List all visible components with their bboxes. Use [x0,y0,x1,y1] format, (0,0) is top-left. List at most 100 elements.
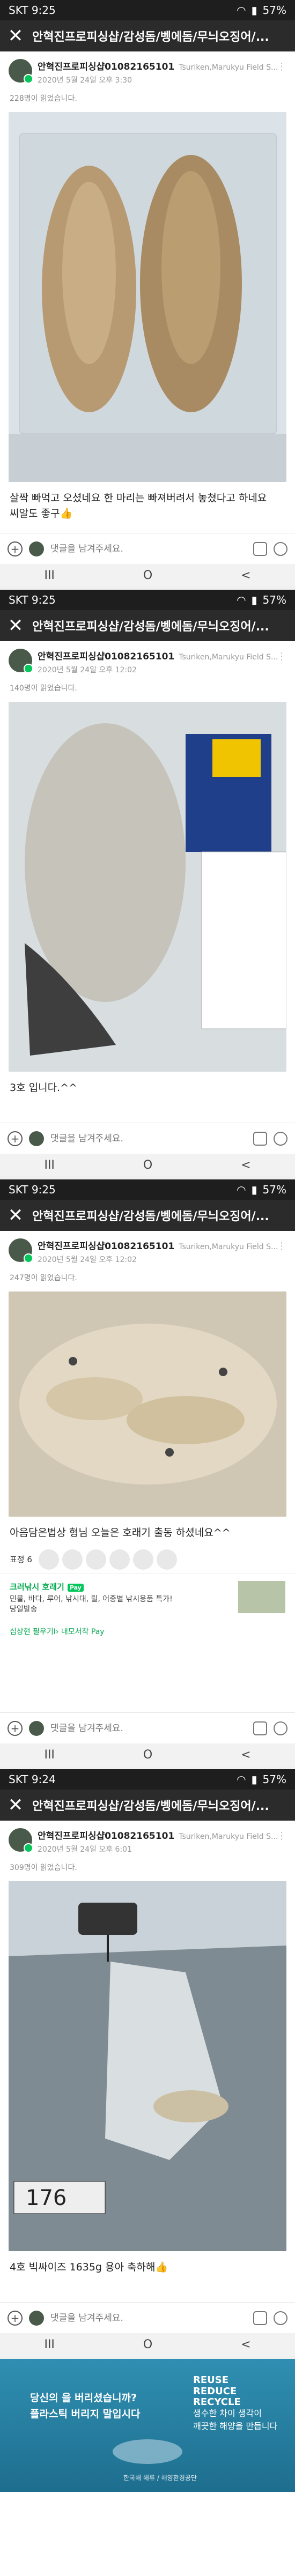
close-icon[interactable]: ✕ [8,617,24,635]
related-link[interactable]: 심상현 필우기I› 내모서착 Pay [0,1623,295,1640]
avatar[interactable] [9,1238,33,1263]
more-icon[interactable]: ⋮ [277,61,286,72]
recent-apps-button[interactable]: III [44,2338,54,2351]
status-bar: SKT 9:24 ◠ ▮ 57% [0,1769,295,1790]
signal-icon: ▮ [251,4,257,17]
back-button[interactable]: < [241,1159,250,1172]
wifi-icon: ◠ [237,593,246,606]
pay-badge: Pay [67,1583,84,1592]
screen-3: SKT 9:25 ◠ ▮ 57% ✕ 안혁진프로피싱샵/감성돔/벵에돔/무늬오징… [0,1179,295,1769]
add-icon[interactable]: + [8,1720,23,1736]
view-count: 247명이 읽었습니다. [10,1274,77,1282]
ad-banner[interactable]: REUSE REDUCE RECYCLE 당신의 을 버리셨습니까? 플라스틱 … [0,2359,295,2492]
back-button[interactable]: < [241,1748,250,1762]
reactor-avatar[interactable] [156,1549,177,1570]
location[interactable]: Tsuriken,Marukyu Field S... [179,1832,278,1841]
reactor-avatar[interactable] [38,1549,59,1570]
avatar[interactable] [9,649,33,673]
close-icon[interactable]: ✕ [8,27,24,45]
post-caption: 4호 빅싸이즈 1635g 용아 축하해👍 [10,2261,168,2273]
post-photo [9,1291,286,1517]
plate-text: 176 [26,2186,67,2210]
avatar [29,2310,44,2326]
comment-input[interactable] [50,1723,247,1734]
author-name[interactable]: 안혁진프로피싱샵01082165101 [38,1238,174,1252]
author-name[interactable]: 안혁진프로피싱샵01082165101 [38,649,174,662]
image-icon[interactable] [253,2311,267,2325]
recent-apps-button[interactable]: III [44,569,54,582]
home-button[interactable]: O [143,1748,152,1762]
location[interactable]: Tsuriken,Marukyu Field S... [179,653,278,662]
app-bar: ✕ 안혁진프로피싱샵/감성돔/벵에돔/무늬오징어/... [0,1790,295,1821]
page-title: 안혁진프로피싱샵/감성돔/벵에돔/무늬오징어/... [32,1210,269,1223]
emoji-icon[interactable] [274,2311,287,2325]
squid-photo [9,1291,286,1517]
reactor-avatar[interactable] [132,1549,153,1570]
avatar[interactable] [9,1828,33,1853]
comment-bar: + [0,1712,295,1743]
more-icon[interactable]: ⋮ [277,651,286,662]
reaction-row: 표정 6 [0,1546,295,1573]
home-button[interactable]: O [143,1159,152,1172]
wifi-icon: ◠ [237,1773,246,1786]
more-icon[interactable]: ⋮ [277,1241,286,1252]
screen-4: SKT 9:24 ◠ ▮ 57% ✕ 안혁진프로피싱샵/감성돔/벵에돔/무늬오징… [0,1769,295,2359]
home-button[interactable]: O [143,2338,152,2351]
emoji-icon[interactable] [274,1721,287,1735]
reactor-avatar[interactable] [85,1549,106,1570]
back-button[interactable]: < [241,569,250,582]
comment-input[interactable] [50,1133,247,1144]
post-date: 2020년 5월 24일 오후 12:02 [38,666,137,674]
reactor-avatar[interactable] [109,1549,130,1570]
close-icon[interactable]: ✕ [8,1796,24,1814]
emoji-icon[interactable] [274,541,287,556]
comment-input[interactable] [50,543,247,554]
post-date: 2020년 5월 24일 오후 3:30 [38,76,132,85]
image-icon[interactable] [253,541,267,556]
avatar[interactable] [9,59,33,84]
promo-thumbnail [238,1580,285,1613]
battery-level: 57% [262,1183,286,1196]
reactor-avatar[interactable] [62,1549,83,1570]
close-icon[interactable]: ✕ [8,1206,24,1224]
add-icon[interactable]: + [8,2310,23,2326]
promo-card[interactable]: 크러낚시 호래기 Pay 민물, 바다, 루어, 낚시대, 릴, 어종별 낚시용품… [0,1572,295,1623]
page-title: 안혁진프로피싱샵/감성돔/벵에돔/무늬오징어/... [32,31,269,44]
screenshot-stack: SKT 9:25 ◠ ▮ 57% ✕ 안혁진프로피싱샵/감성돔/벵에돔/무늬오징… [0,0,295,2492]
post-caption: 살짝 빠먹고 오셨네요 한 마리는 빠져버려서 놓쳤다고 하네요 씨알도 좋구👍 [10,492,267,519]
back-button[interactable]: < [241,2338,250,2351]
signal-icon: ▮ [251,593,257,606]
wifi-icon: ◠ [237,4,246,17]
home-button[interactable]: O [143,569,152,582]
post-date: 2020년 5월 24일 오후 12:02 [38,1256,137,1264]
author-name[interactable]: 안혁진프로피싱샵01082165101 [38,59,174,72]
comment-input[interactable] [50,2312,247,2323]
signal-icon: ▮ [251,1773,257,1786]
post-header: 안혁진프로피싱샵01082165101 Tsuriken,Marukyu Fie… [0,641,295,679]
squid-photo [9,112,286,482]
image-icon[interactable] [253,1131,267,1146]
emoji-icon[interactable] [274,1131,287,1146]
location[interactable]: Tsuriken,Marukyu Field S... [179,1243,278,1251]
app-bar: ✕ 안혁진프로피싱샵/감성돔/벵에돔/무늬오징어/... [0,610,295,641]
avatar [29,1720,44,1736]
reaction-count: 표정 6 [10,1555,32,1564]
squid-photo: 176 [9,1881,286,2251]
comment-bar: + [0,2302,295,2333]
image-icon[interactable] [253,1721,267,1735]
location[interactable]: Tsuriken,Marukyu Field S... [179,63,278,72]
recent-apps-button[interactable]: III [44,1748,54,1762]
add-icon[interactable]: + [8,541,23,556]
badge-icon [24,1253,33,1263]
app-bar: ✕ 안혁진프로피싱샵/감성돔/벵에돔/무늬오징어/... [0,1200,295,1231]
ad-subtext: 생수한 차이 생각이 깨끗한 해양을 만듭니다 [193,2408,278,2431]
post-photo: 176 [9,1881,286,2251]
post-photo [9,112,286,482]
more-icon[interactable]: ⋮ [277,1830,286,1842]
status-time: SKT 9:25 [9,1183,56,1196]
recent-apps-button[interactable]: III [44,1159,54,1172]
post-caption: 아음담은법상 형님 오늘은 호래기 출동 하셨네요^^ [10,1527,231,1539]
add-icon[interactable]: + [8,1131,23,1146]
post-photo [9,702,286,1072]
author-name[interactable]: 안혁진프로피싱샵01082165101 [38,1828,174,1842]
